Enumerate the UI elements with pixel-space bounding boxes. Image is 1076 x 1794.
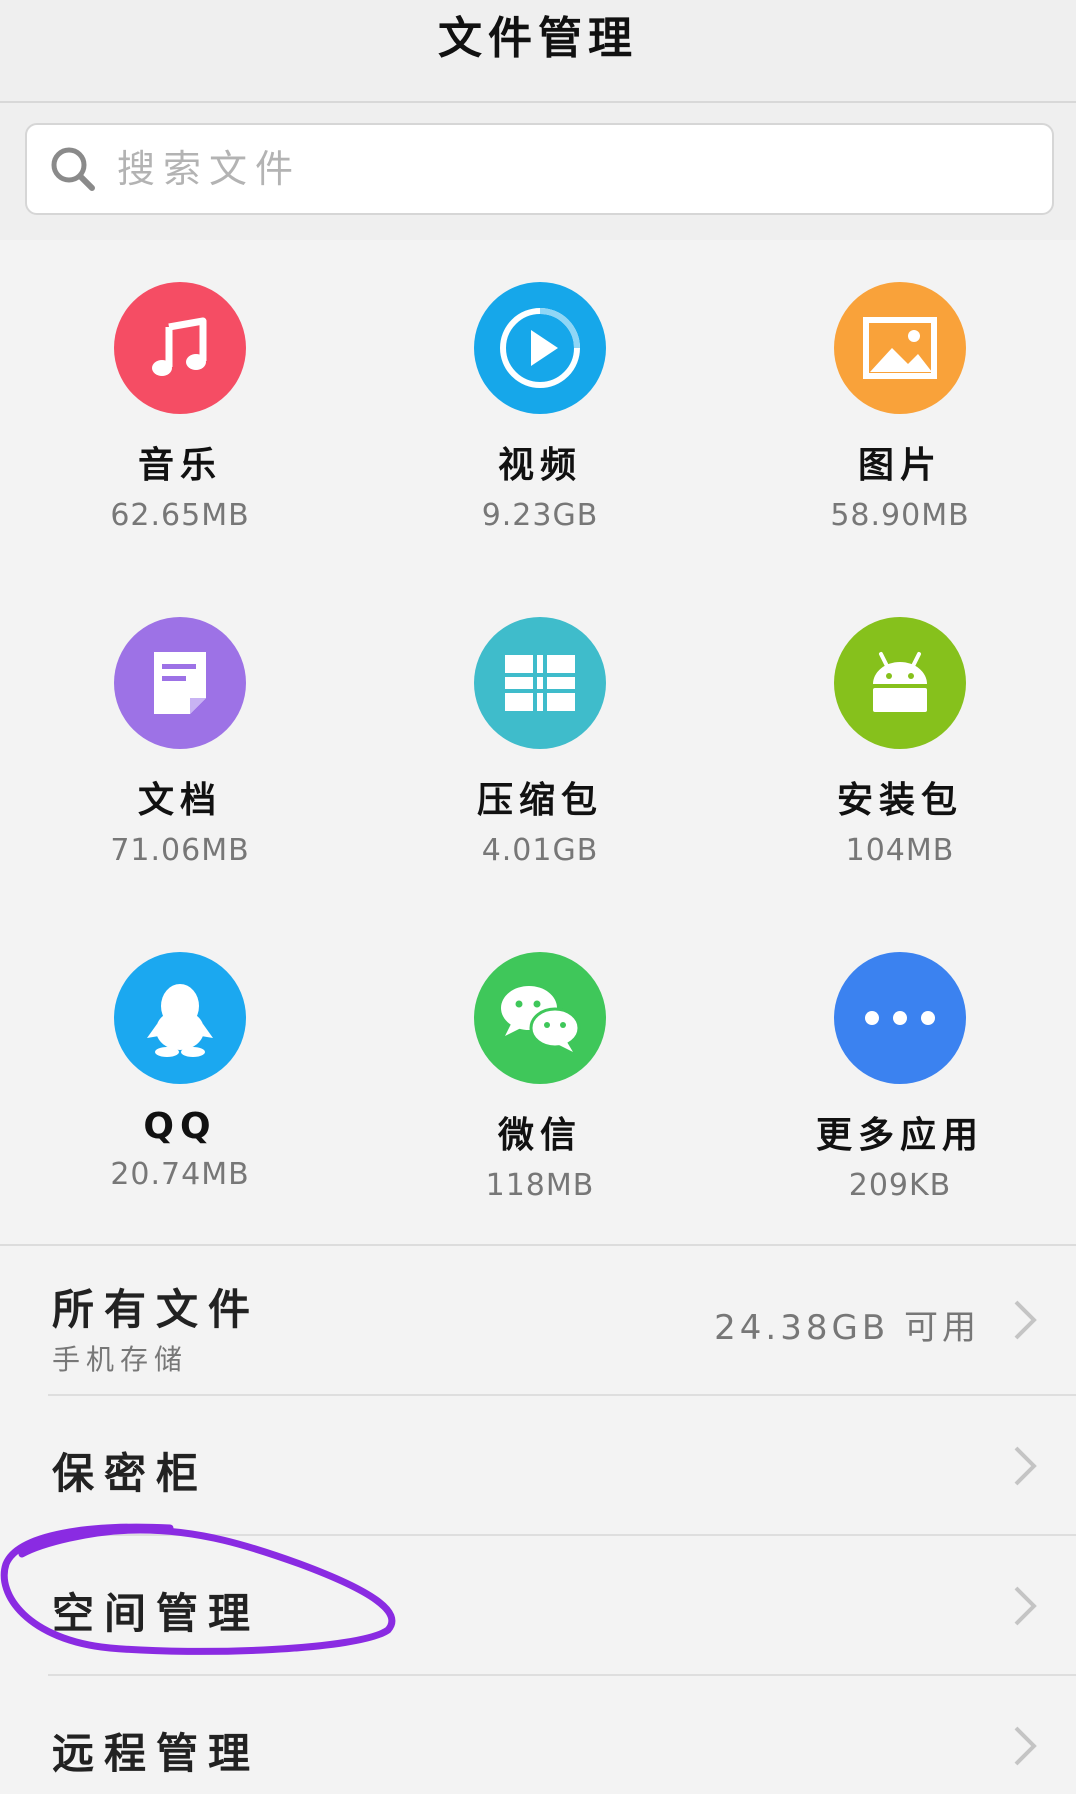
category-label: 安装包 bbox=[836, 780, 963, 821]
space-management-title: 空间管理 bbox=[52, 1589, 261, 1638]
remote-management-title: 远程管理 bbox=[52, 1729, 261, 1778]
category-size: 71.06MB bbox=[110, 833, 250, 868]
category-label: 音乐 bbox=[137, 445, 222, 486]
category-size: 104MB bbox=[845, 833, 955, 868]
category-apk[interactable]: 安装包 104MB bbox=[750, 617, 1050, 877]
category-label: 视频 bbox=[497, 445, 582, 486]
category-label: 文档 bbox=[137, 780, 222, 821]
available-space: 24.38GB 可用 bbox=[714, 1308, 980, 1348]
wechat-icon bbox=[474, 952, 606, 1084]
archive-icon bbox=[474, 617, 606, 749]
menu-list: 所有文件 手机存储 24.38GB 可用 保密柜 空间管理 远程管理 bbox=[0, 1244, 1076, 1794]
title-bar: 文件管理 bbox=[0, 0, 1076, 103]
category-video[interactable]: 视频 9.23GB bbox=[390, 282, 690, 542]
category-archive[interactable]: 压缩包 4.01GB bbox=[390, 617, 690, 877]
all-files-subtitle: 手机存储 bbox=[52, 1343, 189, 1376]
category-label: QQ bbox=[143, 1106, 217, 1147]
category-size: 209KB bbox=[848, 1168, 952, 1203]
category-size: 9.23GB bbox=[481, 498, 599, 533]
all-files-title: 所有文件 bbox=[52, 1285, 261, 1334]
chevron-right-icon bbox=[1014, 1586, 1037, 1626]
category-qq[interactable]: QQ 20.74MB bbox=[30, 952, 330, 1212]
safe-title: 保密柜 bbox=[52, 1449, 209, 1498]
category-label: 压缩包 bbox=[476, 780, 603, 821]
document-icon bbox=[114, 617, 246, 749]
more-dots-icon bbox=[834, 952, 966, 1084]
search-box[interactable] bbox=[25, 123, 1054, 215]
search-icon bbox=[47, 143, 99, 195]
chevron-right-icon bbox=[1014, 1726, 1037, 1766]
category-document[interactable]: 文档 71.06MB bbox=[30, 617, 330, 877]
list-item-all-files[interactable]: 所有文件 手机存储 24.38GB 可用 bbox=[0, 1246, 1076, 1396]
android-icon bbox=[834, 617, 966, 749]
category-grid: 音乐 62.65MB 视频 9.23GB 图片 58.90MB 文档 71.06… bbox=[0, 242, 1076, 1244]
category-label: 微信 bbox=[497, 1115, 582, 1156]
chevron-right-icon bbox=[1014, 1300, 1037, 1340]
category-label: 图片 bbox=[857, 445, 942, 486]
list-item-space-management[interactable]: 空间管理 bbox=[0, 1536, 1076, 1676]
chevron-right-icon bbox=[1014, 1446, 1037, 1486]
category-size: 118MB bbox=[485, 1168, 595, 1203]
category-label: 更多应用 bbox=[815, 1115, 984, 1156]
category-size: 4.01GB bbox=[481, 833, 599, 868]
play-icon bbox=[474, 282, 606, 414]
category-music[interactable]: 音乐 62.65MB bbox=[30, 282, 330, 542]
category-size: 20.74MB bbox=[110, 1157, 250, 1192]
category-size: 58.90MB bbox=[830, 498, 970, 533]
search-area bbox=[0, 103, 1076, 240]
category-more-apps[interactable]: 更多应用 209KB bbox=[750, 952, 1050, 1212]
image-icon bbox=[834, 282, 966, 414]
search-input[interactable] bbox=[115, 146, 1019, 192]
category-image[interactable]: 图片 58.90MB bbox=[750, 282, 1050, 542]
qq-penguin-icon bbox=[114, 952, 246, 1084]
category-size: 62.65MB bbox=[110, 498, 250, 533]
list-item-remote-management[interactable]: 远程管理 bbox=[0, 1676, 1076, 1794]
list-item-safe[interactable]: 保密柜 bbox=[0, 1396, 1076, 1536]
category-wechat[interactable]: 微信 118MB bbox=[390, 952, 690, 1212]
page-title: 文件管理 bbox=[438, 12, 638, 64]
music-note-icon bbox=[114, 282, 246, 414]
